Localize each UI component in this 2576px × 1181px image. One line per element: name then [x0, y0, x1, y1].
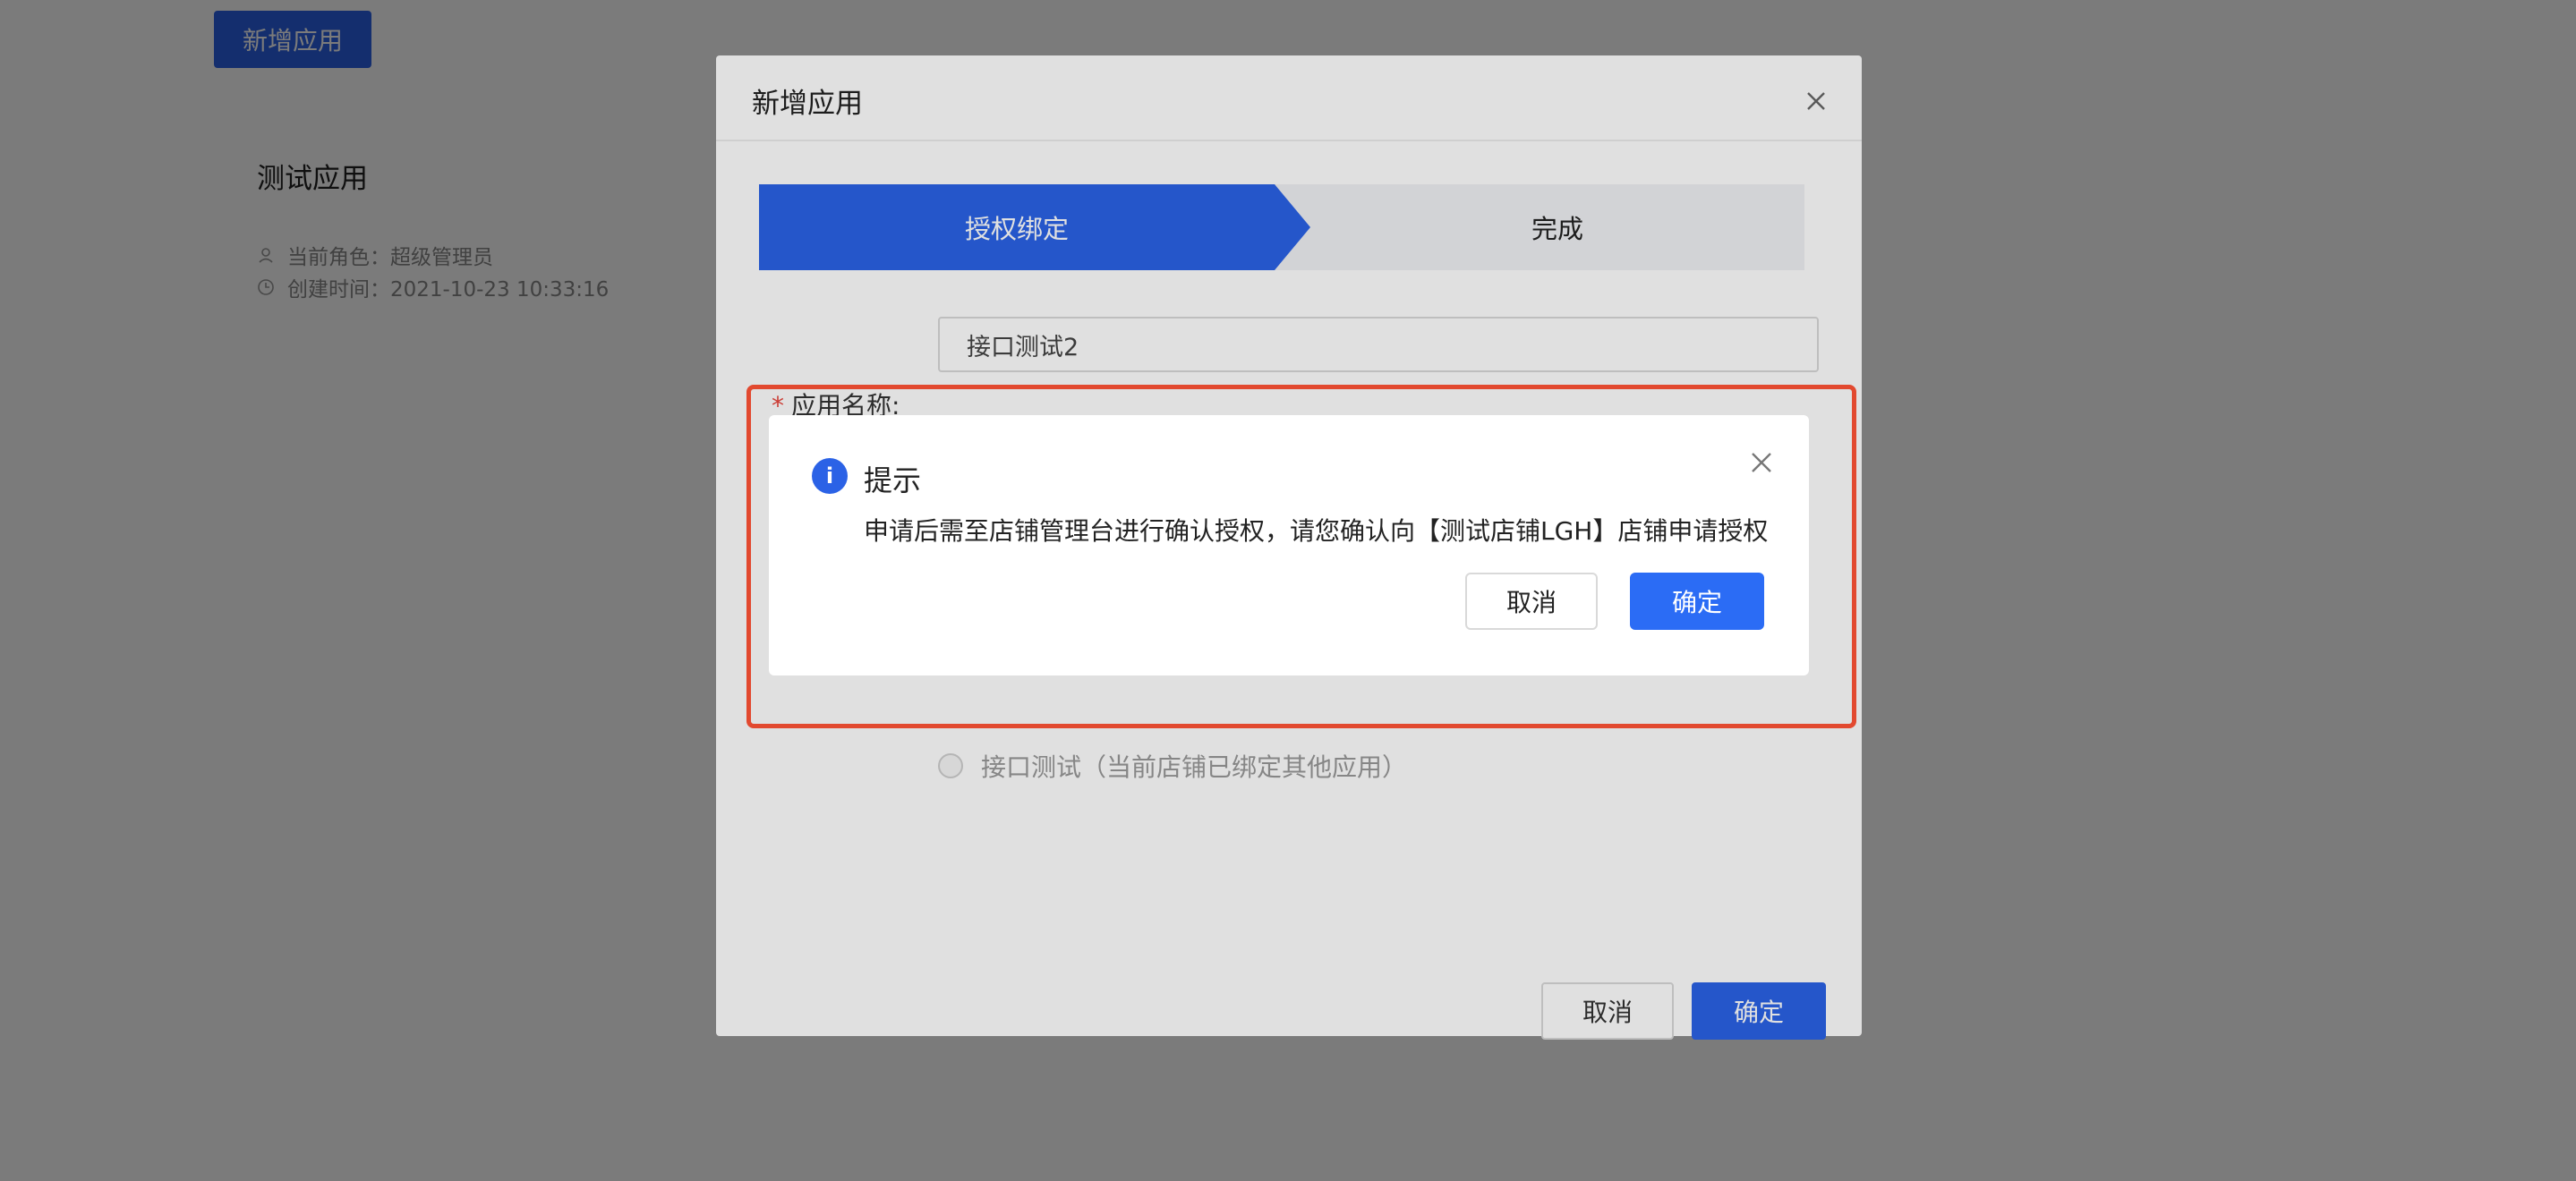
info-icon: i — [812, 458, 848, 494]
close-icon[interactable] — [1748, 449, 1775, 476]
confirm-modal: i 提示 申请后需至店铺管理台进行确认授权，请您确认向【测试店铺LGH】店铺申请… — [769, 415, 1809, 675]
confirm-ok-button[interactable]: 确定 — [1630, 573, 1764, 630]
confirm-title: 提示 — [864, 463, 922, 497]
confirm-message: 申请后需至店铺管理台进行确认授权，请您确认向【测试店铺LGH】店铺申请授权 — [864, 516, 1769, 546]
confirm-cancel-button[interactable]: 取消 — [1465, 573, 1598, 630]
